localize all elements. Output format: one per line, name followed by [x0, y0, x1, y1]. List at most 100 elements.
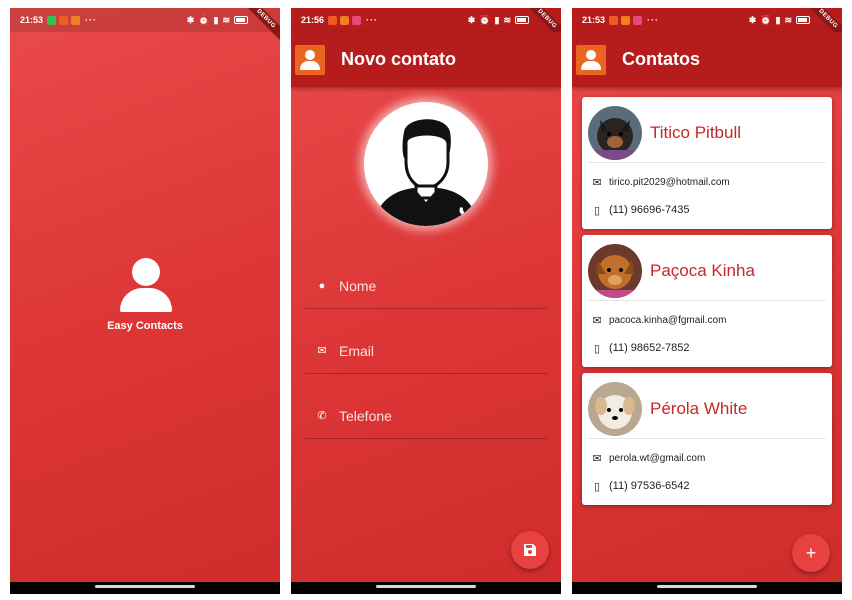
contact-email-row: ✉ perola.wt@gmail.com	[590, 450, 705, 466]
app-notification-icon	[59, 15, 69, 25]
system-navbar	[572, 582, 842, 594]
name-field: ●	[305, 263, 547, 309]
contact-name: Pérola White	[650, 398, 748, 418]
more-notifications-icon: ···	[647, 15, 660, 25]
more-notifications-icon: ···	[85, 15, 98, 25]
status-bar: 21:53 ··· ✱ ⏰ ▮ ≋	[572, 8, 842, 32]
app-logo-icon	[295, 44, 325, 75]
app-notification-icon	[609, 15, 619, 25]
add-contact-button[interactable]: +	[792, 534, 830, 572]
contact-email-row: ✉ pacoca.kinha@fgmail.com	[590, 312, 726, 328]
contact-card-header: Paçoca Kinha	[588, 241, 826, 301]
contact-avatar	[588, 105, 642, 160]
contact-email-row: ✉ tirico.pit2029@hotmail.com	[590, 174, 729, 190]
contact-phone: (11) 98652-7852	[609, 342, 690, 354]
home-gesture-bar[interactable]	[95, 585, 195, 588]
signal-icon: ▮	[775, 14, 781, 25]
splash-screen: 21:53 ··· ✱ ⏰ ▮ ≋ DEBUG Easy Contacts	[10, 8, 280, 582]
wifi-icon: ≋	[784, 14, 792, 25]
contact-card[interactable]: Paçoca Kinha ✉ pacoca.kinha@fgmail.com ▯…	[582, 235, 832, 367]
person-icon	[115, 248, 175, 312]
app-bar: Novo contato	[291, 32, 561, 87]
status-bar: 21:56 ··· ✱ ⏰ ▮ ≋	[291, 8, 561, 32]
email-icon: ✉	[317, 345, 327, 357]
page-title: Contatos	[622, 49, 700, 69]
contact-phone-row: ▯ (11) 98652-7852	[590, 340, 690, 356]
status-icons: ✱ ⏰ ▮ ≋	[749, 15, 810, 26]
app-notification-icon	[71, 15, 81, 25]
alarm-icon: ⏰	[479, 14, 491, 25]
app-notification-icon	[621, 15, 631, 25]
status-time: 21:56	[301, 15, 325, 25]
person-placeholder-icon	[374, 119, 478, 226]
splash-title: Easy Contacts	[107, 320, 183, 332]
phone-icon: ✆	[317, 410, 327, 422]
alarm-icon: ⏰	[198, 14, 210, 25]
contact-email: pacoca.kinha@fgmail.com	[609, 314, 727, 326]
contact-phone: (11) 97536-6542	[609, 480, 690, 492]
battery-icon	[515, 16, 529, 24]
new-contact-phone: 21:56 ··· ✱ ⏰ ▮ ≋ DEBUG Novo contato ● N…	[291, 8, 561, 594]
battery-icon	[234, 16, 248, 24]
contact-phone-row: ▯ (11) 96696-7435	[590, 202, 690, 218]
status-icons: ✱ ⏰ ▮ ≋	[468, 15, 529, 26]
app-bar: Contatos	[572, 32, 842, 87]
home-gesture-bar[interactable]	[376, 585, 476, 588]
contact-photo-picker[interactable]	[364, 102, 488, 226]
email-field: ✉	[305, 328, 547, 374]
smartphone-icon: ▯	[593, 480, 601, 493]
status-time: 21:53	[20, 15, 44, 25]
email-icon: ✉	[592, 452, 602, 465]
more-notifications-icon: ···	[366, 15, 379, 25]
bluetooth-icon: ✱	[748, 14, 757, 25]
signal-icon: ▮	[494, 14, 500, 25]
app-notification-icon	[352, 15, 362, 25]
contact-card[interactable]: Titico Pitbull ✉ tirico.pit2029@hotmail.…	[582, 97, 832, 229]
contacts-screen: 21:53 ··· ✱ ⏰ ▮ ≋ DEBUG Contatos Titico …	[572, 8, 842, 582]
wifi-icon: ≋	[503, 14, 511, 25]
save-icon	[524, 544, 536, 556]
contact-card[interactable]: Pérola White ✉ perola.wt@gmail.com ▯ (11…	[582, 373, 832, 505]
name-input[interactable]	[339, 277, 529, 294]
bluetooth-icon: ✱	[467, 14, 476, 25]
phone-input[interactable]	[339, 407, 529, 424]
home-gesture-bar[interactable]	[657, 585, 757, 588]
page-title: Novo contato	[341, 49, 456, 69]
status-bar: 21:53 ··· ✱ ⏰ ▮ ≋	[10, 8, 280, 32]
whatsapp-icon	[47, 15, 57, 25]
email-icon: ✉	[592, 176, 602, 189]
contact-avatar	[588, 243, 642, 298]
alarm-icon: ⏰	[760, 14, 772, 25]
app-notification-icon	[340, 15, 350, 25]
status-time: 21:53	[582, 15, 606, 25]
splash-content: Easy Contacts	[10, 248, 280, 332]
bluetooth-icon: ✱	[186, 14, 195, 25]
email-icon: ✉	[592, 314, 602, 327]
signal-icon: ▮	[213, 14, 219, 25]
contact-name: Titico Pitbull	[650, 122, 742, 142]
contacts-phone: 21:53 ··· ✱ ⏰ ▮ ≋ DEBUG Contatos Titico …	[572, 8, 842, 594]
app-logo-icon	[576, 44, 606, 75]
smartphone-icon: ▯	[593, 342, 601, 355]
wifi-icon: ≋	[222, 14, 230, 25]
app-notification-icon	[633, 15, 643, 25]
smartphone-icon: ▯	[593, 204, 601, 217]
status-icons: ✱ ⏰ ▮ ≋	[187, 15, 248, 26]
contact-name: Paçoca Kinha	[650, 260, 755, 280]
person-icon: ●	[318, 279, 326, 292]
new-contact-screen: 21:56 ··· ✱ ⏰ ▮ ≋ DEBUG Novo contato ● N…	[291, 8, 561, 582]
app-notification-icon	[328, 15, 338, 25]
email-input[interactable]	[339, 342, 529, 359]
contact-avatar	[588, 381, 642, 436]
system-navbar	[10, 582, 280, 594]
battery-icon	[796, 16, 810, 24]
contact-email: perola.wt@gmail.com	[609, 452, 706, 464]
contact-card-header: Pérola White	[588, 379, 826, 439]
phone-field: ✆	[305, 393, 547, 439]
contact-phone: (11) 96696-7435	[609, 204, 690, 216]
save-button[interactable]	[511, 531, 549, 569]
contact-card-header: Titico Pitbull	[588, 103, 826, 163]
splash-phone: 21:53 ··· ✱ ⏰ ▮ ≋ DEBUG Easy Contacts	[10, 8, 280, 594]
system-navbar	[291, 582, 561, 594]
add-icon: +	[805, 542, 817, 563]
